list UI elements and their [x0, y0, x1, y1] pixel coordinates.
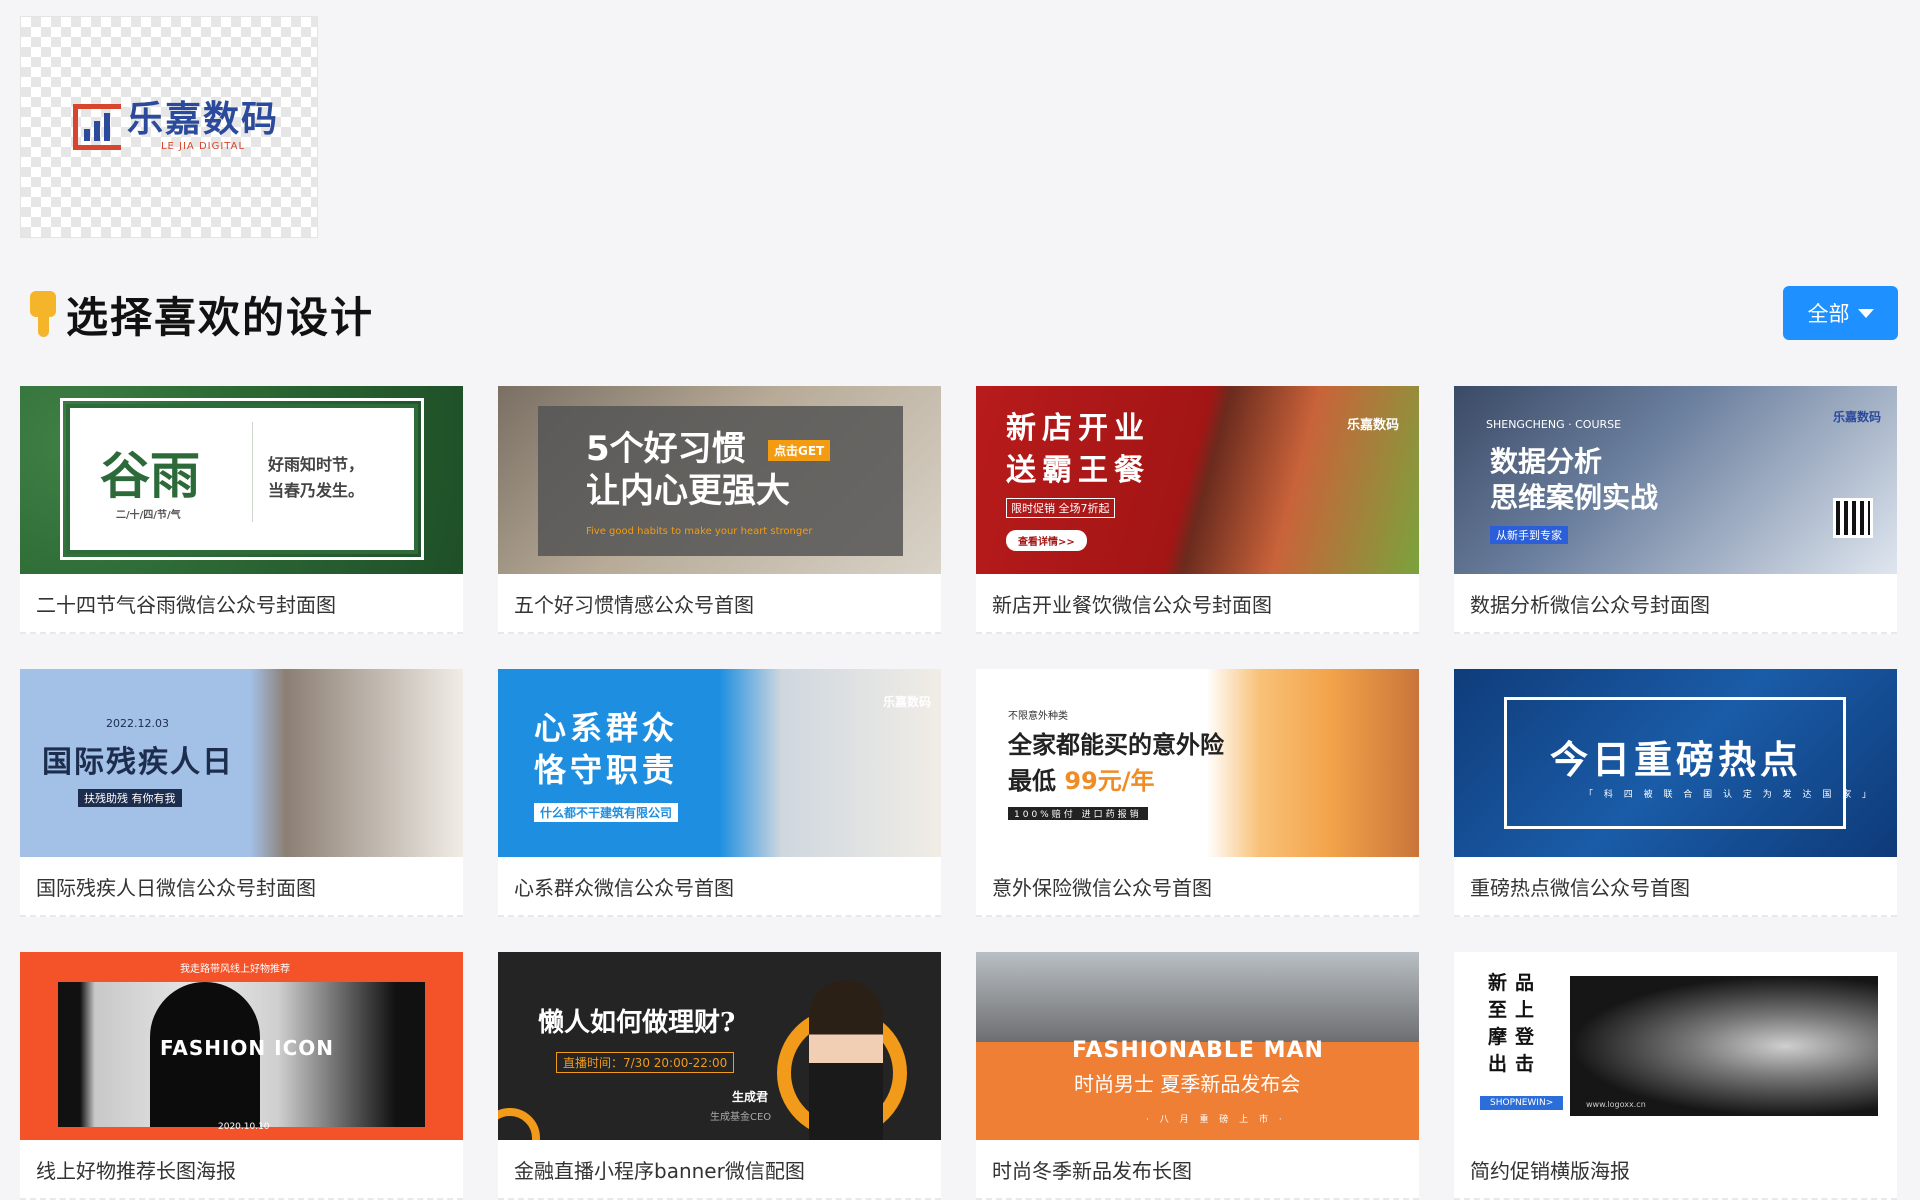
logo-preview: 乐嘉数码 LE JIA DIGITAL [20, 16, 318, 238]
design-grid: 谷雨 好雨知时节，当春乃发生。 二/十/四/节/气 二十四节气谷雨微信公众号封面… [20, 386, 1897, 1200]
thumb-subtitle: Five good habits to make your heart stro… [586, 526, 813, 537]
thumb-top-text: SHENGCHENG · COURSE [1486, 418, 1622, 431]
thumb-button: 查看详情>> [1006, 530, 1087, 551]
thumb-tag: 什么都不干建筑有限公司 [534, 803, 679, 822]
design-card[interactable]: 新品至上 摩登出击 SHOPNEWIN> www.logoxx.cn 简约促销横… [1454, 952, 1897, 1200]
thumb-subtitle: 限时促销 全场7折起 [1006, 498, 1115, 518]
thumb-top-text: 不限意外种类 [1008, 711, 1068, 722]
card-caption: 心系群众微信公众号首图 [498, 857, 941, 917]
bar-chart-logo-icon [73, 103, 121, 150]
design-card[interactable]: 心系群众 恪守职责 什么都不干建筑有限公司 乐嘉数码 心系群众微信公众号首图 [498, 669, 941, 917]
brand-name: 乐嘉数码 [127, 99, 280, 140]
card-caption: 五个好习惯情感公众号首图 [498, 574, 941, 634]
card-caption: 时尚冬季新品发布长图 [976, 1140, 1419, 1200]
design-thumbnail: 5个好习惯 让内心更强大 点击GET Five good habits to m… [498, 386, 941, 574]
sneaker-photo [1570, 976, 1878, 1116]
design-card[interactable]: 谷雨 好雨知时节，当春乃发生。 二/十/四/节/气 二十四节气谷雨微信公众号封面… [20, 386, 463, 634]
card-caption: 二十四节气谷雨微信公众号封面图 [20, 574, 463, 634]
thumb-subtitle: 时尚男士 夏季新品发布会 [1074, 1072, 1301, 1096]
thumb-tag: SHOPNEWIN> [1480, 1096, 1564, 1110]
design-thumbnail: 我走路带风线上好物推荐 FASHION ICON 2020.10.10 [20, 952, 463, 1140]
caret-down-icon [1857, 308, 1874, 318]
design-thumbnail: 新品至上 摩登出击 SHOPNEWIN> www.logoxx.cn [1454, 952, 1897, 1140]
thumb-title: 懒人如何做理财? [538, 1008, 736, 1038]
thumb-title: 5个好习惯 让内心更强大 [586, 429, 790, 511]
design-thumbnail: SHENGCHENG · COURSE 数据分析 思维案例实战 从新手到专家 乐… [1454, 386, 1897, 574]
section-header: 选择喜欢的设计 [26, 284, 374, 345]
thumb-title: 国际残疾人日 [42, 745, 234, 780]
design-card[interactable]: SHENGCHENG · COURSE 数据分析 思维案例实战 从新手到专家 乐… [1454, 386, 1897, 634]
thumb-presenter-role: 生成基金CEO [710, 1112, 772, 1123]
thumb-title: 新品至上 摩登出击 [1488, 972, 1543, 1075]
design-card[interactable]: 新店开业 送霸王餐 限时促销 全场7折起 查看详情>> 乐嘉数码 新店开业餐饮微… [976, 386, 1419, 634]
card-caption: 线上好物推荐长图海报 [20, 1140, 463, 1200]
filter-label: 全部 [1807, 302, 1850, 326]
card-caption: 数据分析微信公众号封面图 [1454, 574, 1897, 634]
qr-code-icon [1833, 498, 1873, 538]
thumb-url: www.logoxx.cn [1586, 1100, 1646, 1109]
thumb-subtitle: 二/十/四/节/气 [116, 510, 181, 521]
design-card[interactable]: 2022.12.03 国际残疾人日 扶残助残 有你有我 国际残疾人日微信公众号封… [20, 669, 463, 917]
thumb-brand: 乐嘉数码 [1832, 410, 1881, 424]
thumb-date: 2022.12.03 [106, 717, 169, 730]
pointing-down-hand-icon [26, 290, 60, 339]
card-caption: 重磅热点微信公众号首图 [1454, 857, 1897, 917]
brand-logo: 乐嘉数码 LE JIA DIGITAL [73, 101, 279, 152]
thumb-title: 全家都能买的意外险 最低 99元/年 [1008, 731, 1224, 795]
design-thumbnail: 心系群众 恪守职责 什么都不干建筑有限公司 乐嘉数码 [498, 669, 941, 857]
thumb-title: FASHION ICON [160, 1036, 334, 1060]
thumb-brand: 乐嘉数码 [1346, 418, 1399, 433]
card-caption: 国际残疾人日微信公众号封面图 [20, 857, 463, 917]
design-thumbnail: 懒人如何做理财? 直播时间：7/30 20:00-22:00 生成君 生成基金C… [498, 952, 941, 1140]
design-card[interactable]: 今日重磅热点 「 科 四 被 联 合 国 认 定 为 发 达 国 家 」 重磅热… [1454, 669, 1897, 917]
thumb-text: 好雨知时节，当春乃发生。 [268, 455, 365, 500]
brand-subtitle: LE JIA DIGITAL [160, 141, 246, 152]
card-caption: 意外保险微信公众号首图 [976, 857, 1419, 917]
thumb-top-text: 我走路带风线上好物推荐 [180, 964, 290, 975]
thumb-title: 谷雨 [100, 446, 200, 505]
thumb-title: 数据分析 思维案例实战 [1490, 445, 1659, 514]
thumb-title: 新店开业 送霸王餐 [1006, 411, 1150, 488]
thumb-tag: 直播时间：7/30 20:00-22:00 [556, 1052, 735, 1073]
thumb-title: 今日重磅热点 [1550, 738, 1803, 782]
design-thumbnail: 2022.12.03 国际残疾人日 扶残助残 有你有我 [20, 669, 463, 857]
design-card[interactable]: 我走路带风线上好物推荐 FASHION ICON 2020.10.10 线上好物… [20, 952, 463, 1200]
card-caption: 简约促销横版海报 [1454, 1140, 1897, 1200]
thumb-presenter-name: 生成君 [732, 1090, 769, 1104]
design-thumbnail: FASHIONABLE MAN 时尚男士 夏季新品发布会 · 八 月 重 磅 上… [976, 952, 1419, 1140]
card-caption: 新店开业餐饮微信公众号封面图 [976, 574, 1419, 634]
thumb-title: FASHIONABLE MAN [1072, 1038, 1324, 1063]
thumb-date: 2020.10.10 [218, 1122, 270, 1132]
design-thumbnail: 新店开业 送霸王餐 限时促销 全场7折起 查看详情>> 乐嘉数码 [976, 386, 1419, 574]
thumb-title: 心系群众 恪守职责 [534, 709, 679, 789]
section-title: 选择喜欢的设计 [66, 293, 375, 342]
thumb-small-text: · 八 月 重 磅 上 市 · [1146, 1115, 1286, 1125]
design-card[interactable]: FASHIONABLE MAN 时尚男士 夏季新品发布会 · 八 月 重 磅 上… [976, 952, 1419, 1200]
design-thumbnail: 今日重磅热点 「 科 四 被 联 合 国 认 定 为 发 达 国 家 」 [1454, 669, 1897, 857]
design-thumbnail: 谷雨 好雨知时节，当春乃发生。 二/十/四/节/气 [20, 386, 463, 574]
design-card[interactable]: 5个好习惯 让内心更强大 点击GET Five good habits to m… [498, 386, 941, 634]
thumb-brand: 乐嘉数码 [882, 695, 931, 709]
thumb-tag: 100%赔付 进口药报销 [1008, 807, 1148, 820]
thumb-tag: 从新手到专家 [1490, 526, 1568, 544]
design-card[interactable]: 不限意外种类 全家都能买的意外险 最低 99元/年 100%赔付 进口药报销 意… [976, 669, 1419, 917]
card-caption: 金融直播小程序banner微信配图 [498, 1140, 941, 1200]
category-filter-dropdown[interactable]: 全部 [1783, 286, 1898, 340]
design-thumbnail: 不限意外种类 全家都能买的意外险 最低 99元/年 100%赔付 进口药报销 [976, 669, 1419, 857]
design-card[interactable]: 懒人如何做理财? 直播时间：7/30 20:00-22:00 生成君 生成基金C… [498, 952, 941, 1200]
thumb-subtitle: 「 科 四 被 联 合 国 认 定 为 发 达 国 家 」 [1584, 790, 1876, 800]
thumb-tag: 点击GET [768, 440, 831, 461]
thumb-tag: 扶残助残 有你有我 [78, 789, 182, 807]
presenter-photo [809, 980, 883, 1140]
